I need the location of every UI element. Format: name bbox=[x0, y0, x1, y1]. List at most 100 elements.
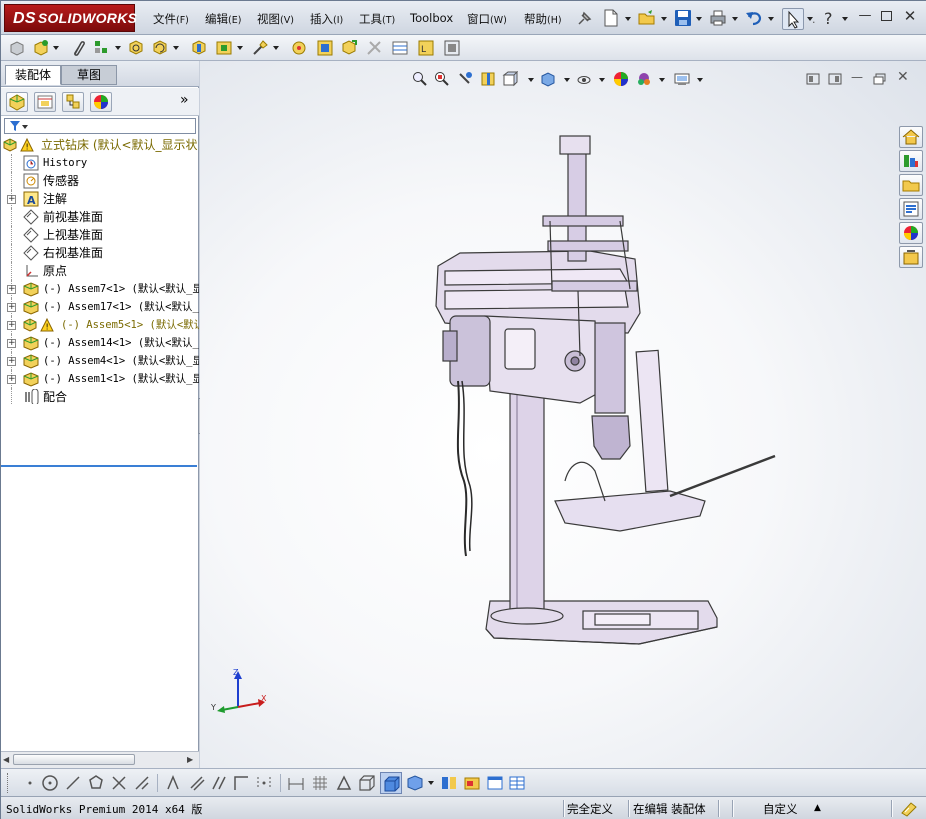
menu-file[interactable]: 文件(F) bbox=[153, 11, 189, 27]
zoom-to-fit-icon[interactable] bbox=[412, 71, 428, 87]
print-icon[interactable] bbox=[709, 9, 727, 27]
tile-left-icon[interactable] bbox=[806, 73, 820, 85]
new-dropdown-icon[interactable] bbox=[625, 17, 631, 21]
large-assembly-icon[interactable]: L bbox=[417, 39, 435, 57]
apply-scene-icon[interactable] bbox=[636, 71, 652, 87]
bill-of-materials-icon[interactable] bbox=[391, 39, 409, 57]
units-selector[interactable]: 自定义 bbox=[763, 801, 798, 817]
pin-icon[interactable] bbox=[575, 10, 593, 28]
view-settings-dropdown-icon[interactable] bbox=[697, 78, 703, 82]
tree-node[interactable]: + (-) Assem1<1> (默认<默认_显 bbox=[1, 370, 199, 388]
rotate-component-icon[interactable] bbox=[151, 39, 169, 57]
zoom-to-area-icon[interactable] bbox=[434, 71, 450, 87]
menu-insert[interactable]: 插入(I) bbox=[310, 11, 343, 27]
rotate-dropdown-icon[interactable] bbox=[173, 46, 179, 50]
graphics-area[interactable]: — ✕ Z X Y bbox=[200, 61, 926, 768]
taskpane-view-palette[interactable] bbox=[899, 198, 923, 220]
menu-toolbox[interactable]: Toolbox bbox=[410, 11, 453, 25]
minimize-button[interactable]: — bbox=[858, 9, 872, 23]
tree-node[interactable]: 传感器 bbox=[1, 172, 199, 190]
move-component-icon[interactable] bbox=[127, 39, 145, 57]
open-folder-icon[interactable] bbox=[638, 9, 656, 27]
scroll-thumb[interactable] bbox=[13, 754, 135, 765]
smart-dimension-icon[interactable] bbox=[255, 774, 273, 792]
new-part-dropdown-icon[interactable] bbox=[53, 46, 59, 50]
scroll-left-icon[interactable]: ◀ bbox=[3, 755, 9, 764]
tree-node[interactable]: 右视基准面 bbox=[1, 244, 199, 262]
menu-help[interactable]: 帮助(H) bbox=[524, 11, 562, 27]
window-layout-icon[interactable] bbox=[486, 774, 504, 792]
taskpane-home[interactable] bbox=[899, 126, 923, 148]
assembly-features-icon[interactable] bbox=[316, 39, 334, 57]
exploded-view-icon[interactable] bbox=[215, 39, 233, 57]
help-dropdown-icon[interactable] bbox=[842, 17, 848, 21]
tree-node[interactable]: +! (-) Assem5<1> (默认<默认 bbox=[1, 316, 199, 334]
shaded-cube-icon[interactable] bbox=[380, 772, 402, 794]
point-icon[interactable] bbox=[21, 774, 39, 792]
menu-tools[interactable]: 工具(T) bbox=[359, 11, 395, 27]
featuremanager-tab-icon[interactable] bbox=[6, 92, 28, 112]
reference-geometry-icon[interactable] bbox=[340, 39, 358, 57]
table-layout-icon[interactable] bbox=[508, 774, 526, 792]
drill-press-model[interactable] bbox=[410, 96, 890, 656]
tree-node[interactable]: + (-) Assem14<1> (默认<默认_ bbox=[1, 334, 199, 352]
polygon-icon[interactable] bbox=[87, 774, 105, 792]
units-caret-icon[interactable]: ▲ bbox=[814, 803, 821, 813]
doc-close-button[interactable]: ✕ bbox=[897, 69, 909, 85]
toolbox-icon[interactable] bbox=[463, 774, 481, 792]
corner-rectangle-icon[interactable] bbox=[232, 774, 250, 792]
taskpane-custom-properties[interactable] bbox=[899, 246, 923, 268]
taskpane-file-explorer[interactable] bbox=[899, 174, 923, 196]
mate-icon[interactable] bbox=[93, 39, 111, 57]
tree-rollback-bar[interactable] bbox=[1, 465, 197, 467]
save-icon[interactable] bbox=[674, 9, 692, 27]
hide-show-dropdown-icon[interactable] bbox=[599, 78, 605, 82]
grid-icon[interactable] bbox=[311, 774, 329, 792]
tree-node[interactable]: History bbox=[1, 154, 199, 172]
expand-toggle-icon[interactable]: + bbox=[7, 357, 16, 366]
expand-toggle-icon[interactable]: + bbox=[7, 303, 16, 312]
display-style-icon[interactable] bbox=[540, 71, 556, 87]
insert-component-icon[interactable] bbox=[8, 39, 26, 57]
tree-node[interactable]: + (-) Assem17<1> (默认<默认_ bbox=[1, 298, 199, 316]
explode-line-sketch-icon[interactable] bbox=[251, 39, 269, 57]
hide-show-items-icon[interactable] bbox=[576, 71, 592, 87]
explode-line-dropdown-icon[interactable] bbox=[273, 46, 279, 50]
maximize-button[interactable] bbox=[881, 11, 892, 21]
previous-view-icon[interactable] bbox=[457, 71, 473, 87]
interference-detection-icon[interactable] bbox=[290, 39, 308, 57]
view-orientation-icon[interactable] bbox=[502, 71, 518, 87]
tab-sketch[interactable]: 草图 bbox=[61, 65, 117, 85]
doc-minimize-button[interactable]: — bbox=[851, 70, 863, 84]
horizontal-scrollbar[interactable]: ◀ ▶ bbox=[1, 751, 199, 768]
open-dropdown-icon[interactable] bbox=[661, 17, 667, 21]
tab-assembly[interactable]: 装配体 bbox=[5, 65, 61, 85]
view-palette-small-icon[interactable] bbox=[440, 774, 458, 792]
undo-icon[interactable] bbox=[745, 9, 763, 27]
line-icon[interactable] bbox=[64, 774, 82, 792]
scroll-right-icon[interactable]: ▶ bbox=[187, 755, 193, 764]
edit-appearance-icon[interactable] bbox=[613, 71, 629, 87]
section-view-icon[interactable] bbox=[480, 71, 496, 87]
apply-scene-dropdown-icon[interactable] bbox=[659, 78, 665, 82]
print-dropdown-icon[interactable] bbox=[732, 17, 738, 21]
undo-dropdown-icon[interactable] bbox=[768, 17, 774, 21]
toolbar-grip[interactable] bbox=[7, 773, 10, 793]
new-document-icon[interactable] bbox=[602, 9, 620, 27]
exploded-dropdown-icon[interactable] bbox=[237, 46, 243, 50]
tree-node[interactable]: 上视基准面 bbox=[1, 226, 199, 244]
display-mode-icon[interactable] bbox=[406, 774, 424, 792]
display-style-dropdown-icon[interactable] bbox=[564, 78, 570, 82]
fillet-icon[interactable] bbox=[335, 774, 353, 792]
taskpane-design-library[interactable] bbox=[899, 150, 923, 172]
tile-right-icon[interactable] bbox=[828, 73, 842, 85]
menu-window[interactable]: 窗口(W) bbox=[467, 11, 507, 27]
tree-node[interactable]: 配合 bbox=[1, 388, 199, 404]
instant3d-icon[interactable] bbox=[443, 39, 461, 57]
solidworks-logo[interactable]: DS SOLIDWORKS bbox=[4, 4, 137, 32]
extend-icon[interactable] bbox=[133, 774, 151, 792]
configurationmanager-tab-icon[interactable] bbox=[62, 92, 84, 112]
circle-icon[interactable] bbox=[41, 774, 59, 792]
tree-node[interactable]: + (-) Assem7<1> (默认<默认_显 bbox=[1, 280, 199, 298]
filter-funnel-icon[interactable] bbox=[9, 120, 29, 133]
